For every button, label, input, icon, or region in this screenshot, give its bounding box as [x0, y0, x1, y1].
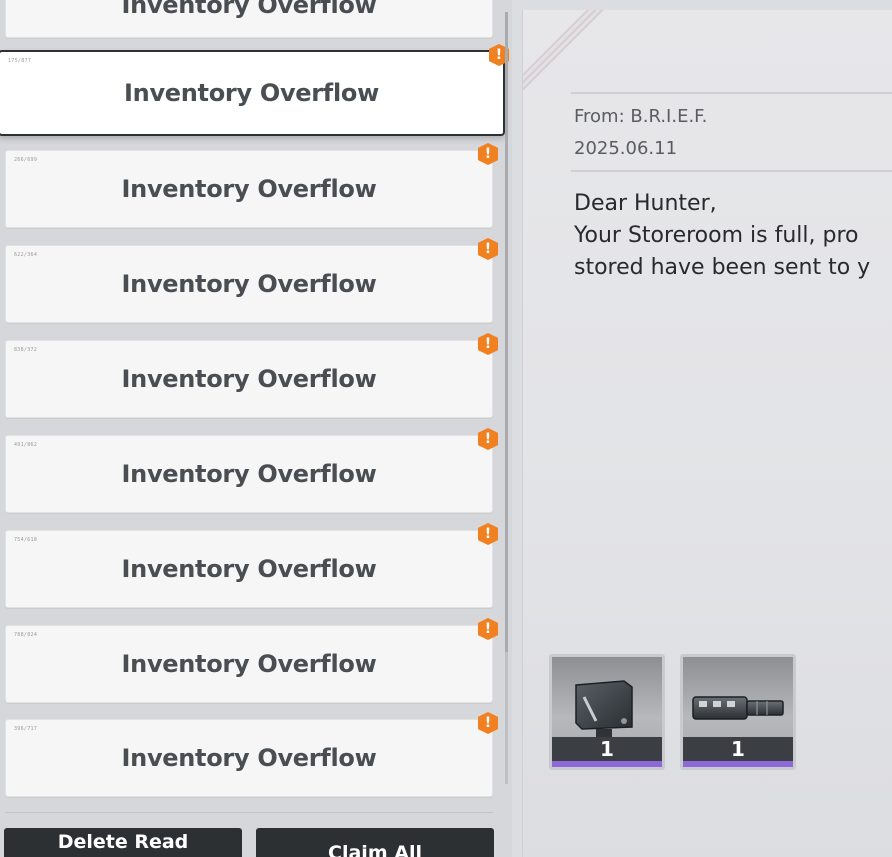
attachment-quantity: 1 [552, 737, 662, 761]
mail-list-panel: Inventory Overflow 175/877 Inventory Ove… [0, 0, 512, 857]
mail-item-title: Inventory Overflow [121, 0, 377, 19]
mail-item[interactable]: 266/699 Inventory Overflow ! [5, 143, 498, 228]
rarity-bar [683, 761, 793, 767]
mail-item[interactable]: 788/824 Inventory Overflow ! [5, 618, 498, 703]
mail-item-code: 266/699 [14, 157, 38, 163]
mail-item-code: 838/372 [14, 347, 38, 353]
mail-item-code: 622/364 [14, 252, 38, 258]
mail-item-code: 788/824 [14, 632, 38, 638]
mail-detail-panel: From: B.R.I.E.F. 2025.06.11 Dear Hunter,… [522, 10, 892, 857]
mail-list: Inventory Overflow 175/877 Inventory Ove… [0, 0, 509, 800]
unread-alert-icon: ! [478, 238, 498, 260]
mail-item-code: 396/717 [14, 726, 38, 732]
unread-alert-icon: ! [478, 333, 498, 355]
mail-item[interactable]: 838/372 Inventory Overflow ! [5, 333, 498, 418]
delete-read-button[interactable]: Delete Read [4, 828, 242, 857]
mail-item-title: Inventory Overflow [121, 650, 377, 678]
mail-item[interactable]: Inventory Overflow [5, 0, 493, 38]
divider [5, 812, 493, 813]
divider [571, 170, 892, 172]
unread-alert-icon: ! [478, 428, 498, 450]
mail-greeting: Dear Hunter, [574, 191, 717, 216]
mail-item-code: 491/862 [14, 442, 38, 448]
mail-date: 2025.06.11 [574, 138, 678, 159]
unread-alert-icon: ! [478, 618, 498, 640]
unread-alert-icon: ! [478, 523, 498, 545]
mail-item-code: 754/618 [14, 537, 38, 543]
mail-item[interactable]: 754/618 Inventory Overflow ! [5, 523, 498, 608]
mail-item-title: Inventory Overflow [121, 175, 377, 203]
mail-item-code: 175/877 [8, 58, 32, 64]
mail-item-title: Inventory Overflow [121, 744, 377, 772]
corner-tape-decoration [523, 10, 604, 91]
mail-item-title: Inventory Overflow [124, 79, 379, 107]
mail-item[interactable]: 622/364 Inventory Overflow ! [5, 238, 498, 323]
mail-body: Dear Hunter, Your Storeroom is full, pro… [574, 188, 892, 284]
mail-item-title: Inventory Overflow [121, 270, 377, 298]
mail-item-title: Inventory Overflow [121, 365, 377, 393]
attachment-quantity: 1 [683, 737, 793, 761]
attachment-item[interactable]: 1 [680, 654, 796, 770]
divider [571, 92, 892, 94]
attachment-item[interactable]: 1 [549, 654, 665, 770]
unread-alert-icon: ! [478, 143, 498, 165]
mail-item-title: Inventory Overflow [121, 460, 377, 488]
mail-item-selected[interactable]: 175/877 Inventory Overflow ! [0, 44, 509, 136]
mail-sender: From: B.R.I.E.F. [574, 106, 708, 127]
mail-list-scroll-thumb[interactable] [505, 12, 508, 652]
rarity-bar [552, 761, 662, 767]
mail-item[interactable]: 491/862 Inventory Overflow ! [5, 428, 498, 513]
mail-item[interactable]: 396/717 Inventory Overflow ! [5, 712, 498, 797]
claim-all-button[interactable]: Claim All [256, 828, 494, 857]
mail-item-title: Inventory Overflow [121, 555, 377, 583]
unread-alert-icon: ! [478, 712, 498, 734]
mail-body-line: stored have been sent to y [574, 255, 871, 280]
mail-body-line: Your Storeroom is full, pro [574, 223, 859, 248]
